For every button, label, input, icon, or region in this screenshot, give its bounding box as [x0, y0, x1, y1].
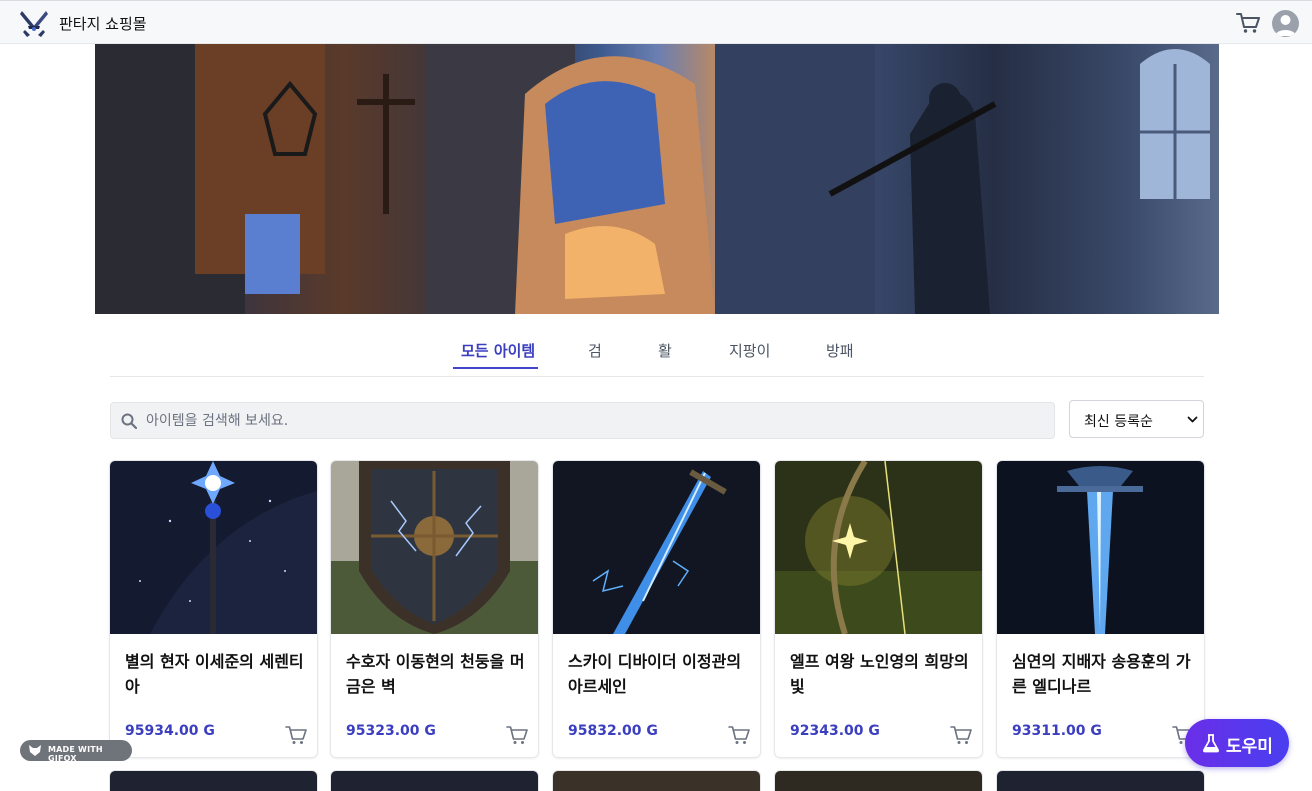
- add-to-cart-icon[interactable]: [285, 725, 307, 745]
- sort-select[interactable]: 최신 등록순: [1069, 400, 1204, 438]
- product-card[interactable]: 별의 현자 이세준의 세렌티아 95934.00 G: [110, 461, 317, 757]
- product-title: 엘프 여왕 노인영의 희망의 빛: [790, 652, 969, 696]
- product-image-bow: [775, 461, 982, 634]
- tab-staff[interactable]: 지팡이: [729, 340, 770, 361]
- search-icon: [121, 413, 137, 429]
- cart-icon[interactable]: [1236, 12, 1260, 34]
- crossed-swords-icon[interactable]: [18, 8, 50, 38]
- tab-sword[interactable]: 검: [588, 340, 602, 361]
- product-title: 스카이 디바이더 이정관의 아르세인: [568, 652, 742, 696]
- helper-button[interactable]: 도우미: [1185, 719, 1289, 767]
- tab-all-items[interactable]: 모든 아이템: [461, 340, 535, 361]
- product-price: 93311.00 G: [1012, 723, 1102, 739]
- product-card[interactable]: 심연의 지배자 송용훈의 가른 엘디나르 93311.00 G: [997, 461, 1204, 757]
- product-title: 수호자 이동현의 천둥을 머금은 벽: [346, 652, 525, 696]
- fox-icon: [29, 745, 41, 756]
- product-price: 95934.00 G: [125, 723, 215, 739]
- search-bar[interactable]: [110, 402, 1055, 439]
- product-image-shield: [331, 461, 538, 634]
- product-image-sword: [553, 461, 760, 634]
- product-card-partial[interactable]: [553, 771, 760, 791]
- user-avatar-icon[interactable]: [1272, 10, 1299, 37]
- product-title: 심연의 지배자 송용훈의 가른 엘디나르: [1012, 652, 1191, 696]
- product-title: 별의 현자 이세준의 세렌티아: [125, 652, 304, 696]
- chevron-down-icon: [1187, 416, 1198, 423]
- add-to-cart-icon[interactable]: [506, 725, 528, 745]
- sort-selected-label: 최신 등록순: [1084, 414, 1153, 430]
- add-to-cart-icon[interactable]: [728, 725, 750, 745]
- hero-banner: [95, 44, 1219, 314]
- category-tabs: 모든 아이템 검 활 지팡이 방패: [110, 336, 1204, 377]
- tab-shield[interactable]: 방패: [826, 340, 854, 361]
- product-price: 92343.00 G: [790, 723, 880, 739]
- helper-label: 도우미: [1226, 737, 1273, 757]
- product-card-partial[interactable]: [331, 771, 538, 791]
- product-card-partial[interactable]: [997, 771, 1204, 791]
- product-card[interactable]: 엘프 여왕 노인영의 희망의 빛 92343.00 G: [775, 461, 982, 757]
- product-card-partial[interactable]: [775, 771, 982, 791]
- product-price: 95832.00 G: [568, 723, 658, 739]
- flask-icon: [1202, 734, 1220, 753]
- tab-bow[interactable]: 활: [658, 340, 672, 361]
- search-input[interactable]: [146, 403, 1046, 438]
- product-card[interactable]: 스카이 디바이더 이정관의 아르세인 95832.00 G: [553, 461, 760, 757]
- product-card-partial[interactable]: [110, 771, 317, 791]
- product-price: 95323.00 G: [346, 723, 436, 739]
- add-to-cart-icon[interactable]: [950, 725, 972, 745]
- active-tab-indicator: [453, 367, 538, 369]
- gifox-label: MADE WITH GIFOX: [48, 745, 103, 763]
- product-image-ice-sword: [997, 461, 1204, 634]
- product-image-staff: [110, 461, 317, 634]
- product-card[interactable]: 수호자 이동현의 천둥을 머금은 벽 95323.00 G: [331, 461, 538, 757]
- top-header: 판타지 쇼핑몰: [0, 0, 1312, 44]
- brand-name[interactable]: 판타지 쇼핑몰: [59, 13, 147, 34]
- gifox-badge: MADE WITH GIFOX: [20, 740, 132, 763]
- hero-illustration: [95, 44, 1210, 314]
